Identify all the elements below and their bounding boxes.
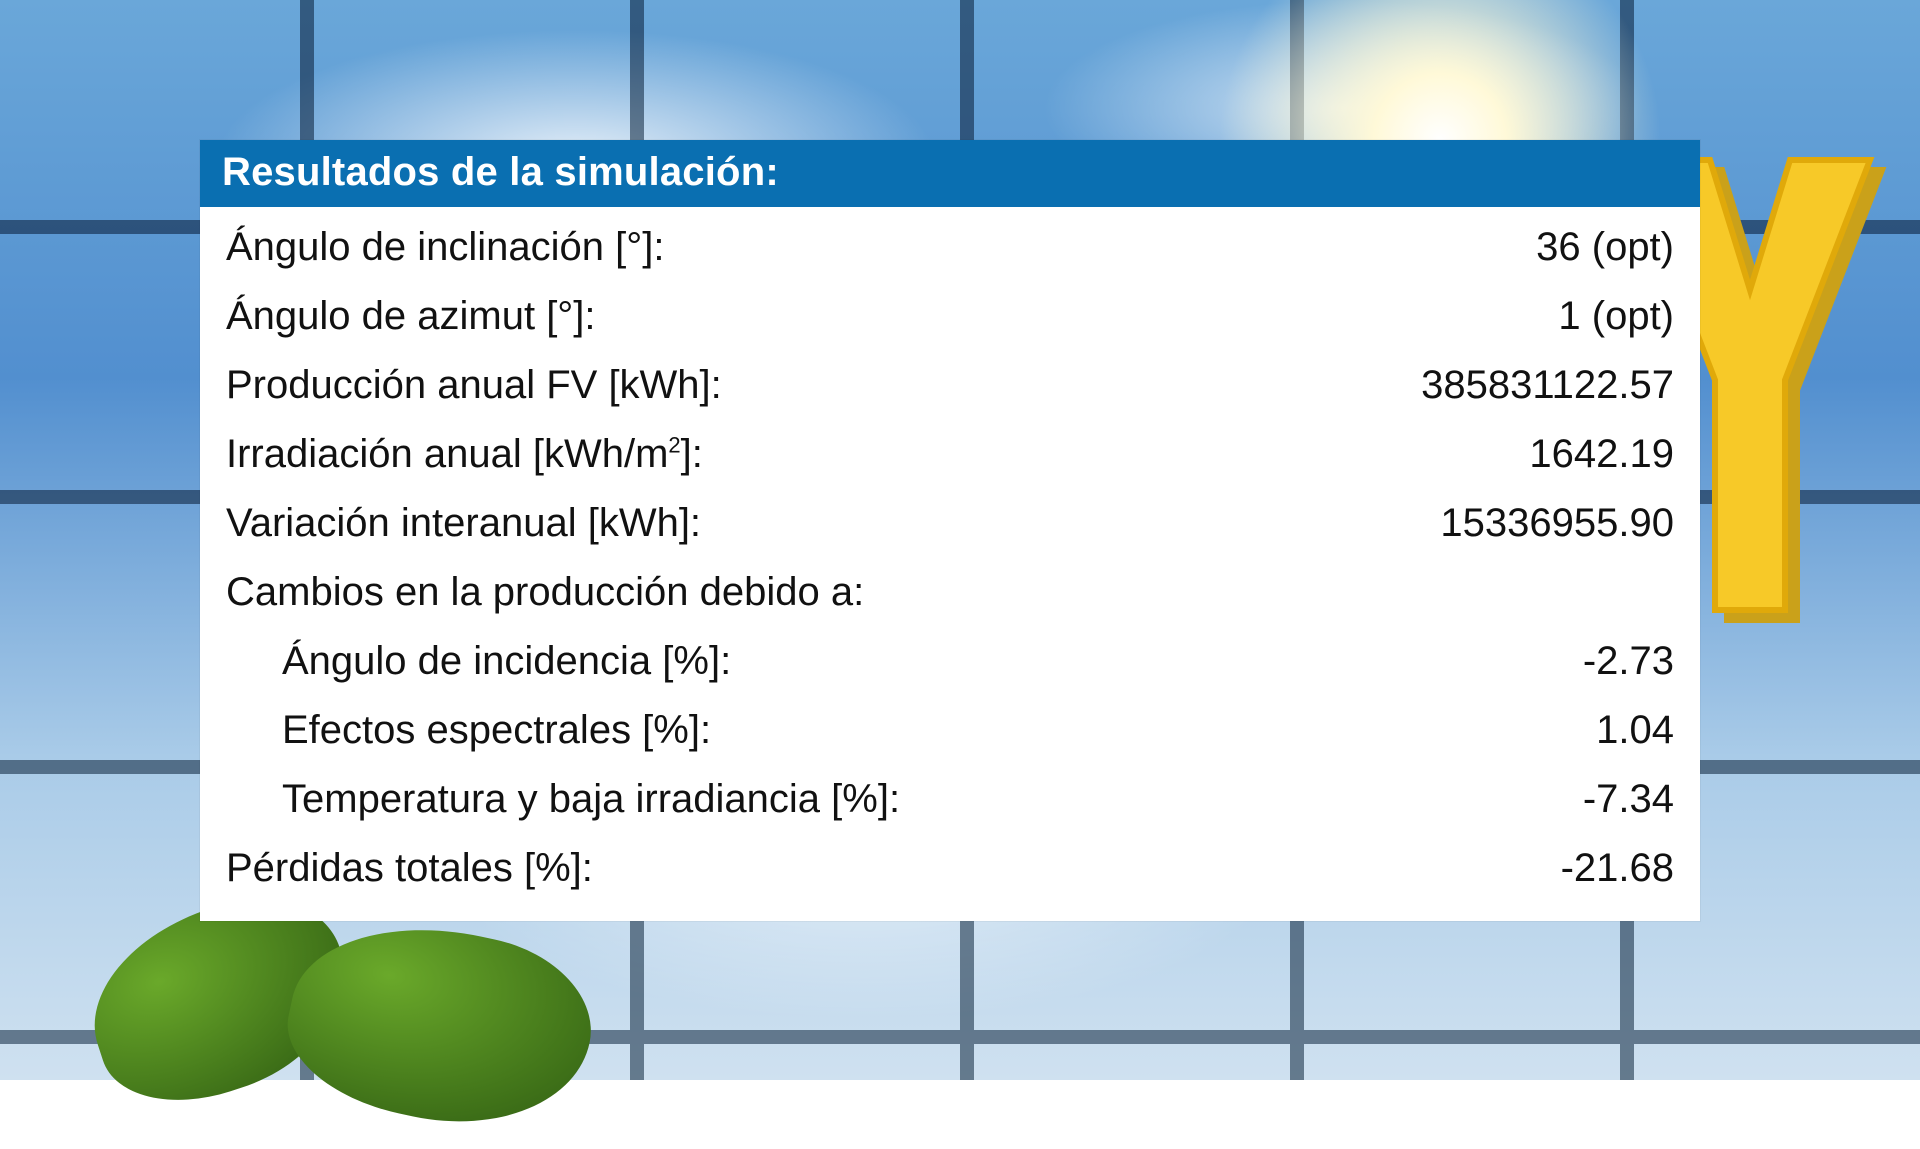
value-angle-of-incidence: -2.73 [1583, 639, 1674, 684]
row-interannual-variation: Variación interanual [kWh]: 15336955.90 [226, 489, 1674, 558]
results-header: Resultados de la simulación: [200, 140, 1700, 207]
label-azimuth-angle: Ángulo de azimut [°]: [226, 294, 596, 339]
results-card: Resultados de la simulación: Ángulo de i… [200, 140, 1700, 921]
label-total-losses: Pérdidas totales [%]: [226, 846, 593, 891]
value-total-losses: -21.68 [1561, 846, 1674, 891]
row-azimuth-angle: Ángulo de azimut [°]: 1 (opt) [226, 282, 1674, 351]
label-tilt-angle: Ángulo de inclinación [°]: [226, 225, 665, 270]
row-temp-low-irradiance: Temperatura y baja irradiancia [%]: -7.3… [226, 765, 1674, 834]
value-temp-low-irradiance: -7.34 [1583, 777, 1674, 822]
row-angle-of-incidence: Ángulo de incidencia [%]: -2.73 [226, 627, 1674, 696]
label-changes-heading: Cambios en la producción debido a: [226, 570, 864, 615]
label-temp-low-irradiance: Temperatura y baja irradiancia [%]: [226, 777, 900, 822]
label-annual-irradiation: Irradiación anual [kWh/m2]: [226, 432, 703, 477]
value-azimuth-angle: 1 (opt) [1558, 294, 1674, 339]
row-changes-heading: Cambios en la producción debido a: [226, 558, 1674, 627]
value-annual-irradiation: 1642.19 [1529, 432, 1674, 477]
label-annual-pv: Producción anual FV [kWh]: [226, 363, 722, 408]
row-total-losses: Pérdidas totales [%]: -21.68 [226, 834, 1674, 903]
label-interannual-variation: Variación interanual [kWh]: [226, 501, 701, 546]
value-tilt-angle: 36 (opt) [1536, 225, 1674, 270]
label-spectral-effects: Efectos espectrales [%]: [226, 708, 711, 753]
row-spectral-effects: Efectos espectrales [%]: 1.04 [226, 696, 1674, 765]
value-annual-pv: 385831122.57 [1421, 363, 1674, 408]
results-rows: Ángulo de inclinación [°]: 36 (opt) Ángu… [200, 207, 1700, 921]
row-tilt-angle: Ángulo de inclinación [°]: 36 (opt) [226, 213, 1674, 282]
label-angle-of-incidence: Ángulo de incidencia [%]: [226, 639, 731, 684]
row-annual-irradiation: Irradiación anual [kWh/m2]: 1642.19 [226, 420, 1674, 489]
value-interannual-variation: 15336955.90 [1440, 501, 1674, 546]
row-annual-pv: Producción anual FV [kWh]: 385831122.57 [226, 351, 1674, 420]
value-spectral-effects: 1.04 [1596, 708, 1674, 753]
